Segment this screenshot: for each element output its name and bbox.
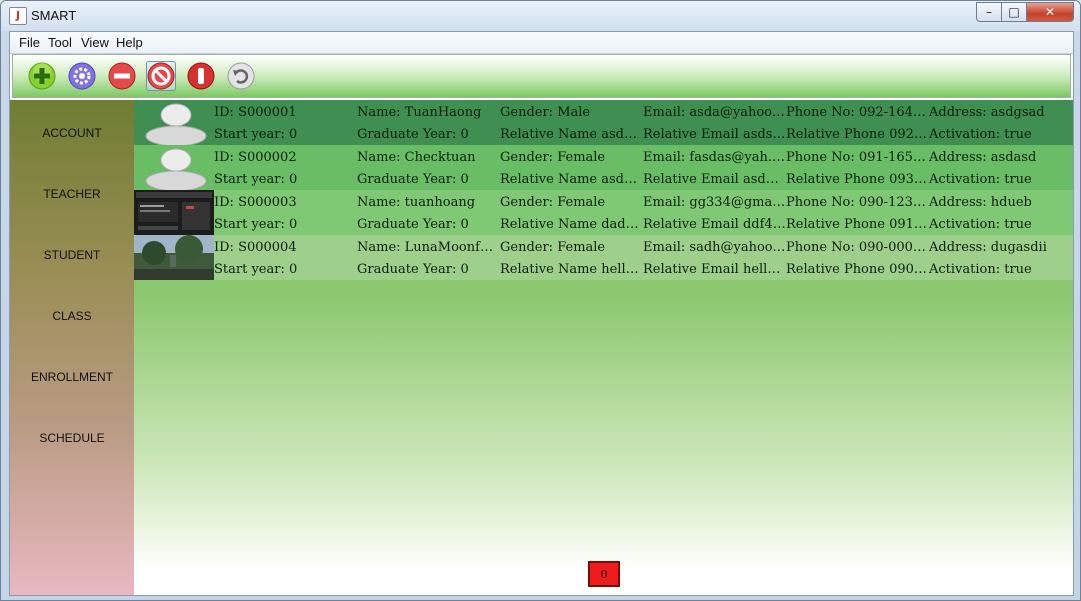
toolbar (12, 54, 1071, 98)
remove-button[interactable] (107, 61, 137, 91)
student-id: ID: S000002 (214, 150, 297, 165)
undo-icon (227, 62, 255, 90)
minus-icon (108, 62, 136, 90)
student-phone: Phone No: 091-165-46... (786, 150, 929, 165)
student-gender: Gender: Male (500, 105, 591, 120)
student-name: Name: tuanhoang (357, 195, 476, 210)
student-grad-year: Graduate Year: 0 (357, 262, 469, 277)
app-window: J SMART – □ ✕ File Tool View Help ACCOUN… (0, 0, 1081, 601)
student-gender: Gender: Female (500, 150, 606, 165)
exclamation-icon (187, 62, 215, 90)
student-list: ID: S000001 Name: TuanHaong Gender: Male… (134, 100, 1073, 595)
student-phone: Phone No: 090-123-12... (786, 195, 929, 210)
student-start-year: Start year: 0 (214, 262, 298, 277)
student-name: Name: TuanHaong (357, 105, 482, 120)
student-id: ID: S000003 (214, 195, 297, 210)
student-relative-email: Relative Email hello@... (643, 262, 786, 277)
list-item[interactable]: ID: S000002 Name: Checktuan Gender: Fema… (134, 145, 1073, 190)
student-name: Name: Checktuan (357, 150, 476, 165)
sidebar-item-enrollment[interactable]: ENROLLMENT (10, 370, 134, 384)
student-activation: Activation: true (929, 262, 1032, 277)
close-icon: ✕ (1044, 5, 1056, 19)
student-email: Email: gg334@gmail.... (643, 195, 786, 210)
student-relative-email: Relative Email asdsa... (643, 127, 786, 142)
list-item-selected[interactable]: ID: S000001 Name: TuanHaong Gender: Male… (134, 100, 1073, 145)
student-relative-email: Relative Email asdas... (643, 172, 786, 187)
student-activation: Activation: true (929, 217, 1032, 232)
sidebar-item-teacher[interactable]: TEACHER (10, 187, 134, 201)
page-button[interactable]: 0 (588, 561, 620, 587)
student-relative-name: Relative Name daddy (500, 217, 640, 232)
minimize-icon: – (986, 5, 992, 19)
student-phone: Phone No: 090-000-00... (786, 240, 929, 255)
maximize-icon: □ (1008, 5, 1020, 19)
student-relative-name: Relative Name asdsad (500, 127, 640, 142)
maximize-button[interactable]: □ (1002, 2, 1027, 22)
student-relative-email: Relative Email ddf43... (643, 217, 786, 232)
student-gender: Gender: Female (500, 240, 606, 255)
undo-button[interactable] (226, 61, 256, 91)
student-relative-name: Relative Name asdda... (500, 172, 640, 187)
sidebar: ACCOUNT TEACHER STUDENT CLASS ENROLLMENT… (10, 100, 134, 595)
student-activation: Activation: true (929, 172, 1032, 187)
sidebar-item-account[interactable]: ACCOUNT (10, 126, 134, 140)
student-name: Name: LunaMoonfang (357, 240, 497, 255)
student-relative-phone: Relative Phone 092-5... (786, 127, 929, 142)
default-avatar (145, 148, 207, 190)
student-start-year: Start year: 0 (214, 217, 298, 232)
window-title: SMART (31, 8, 77, 23)
prohibited-icon (147, 62, 175, 90)
gear-icon (68, 62, 96, 90)
stop-button[interactable] (186, 61, 216, 91)
student-email: Email: fasdas@yah.com (643, 150, 786, 165)
title-bar[interactable]: J SMART – □ ✕ (1, 1, 1080, 31)
student-grad-year: Graduate Year: 0 (357, 127, 469, 142)
menu-tool[interactable]: Tool (48, 35, 72, 50)
student-gender: Gender: Female (500, 195, 606, 210)
student-phone: Phone No: 092-164-19... (786, 105, 929, 120)
student-email: Email: sadh@yahoo.c... (643, 240, 786, 255)
menu-help[interactable]: Help (116, 35, 143, 50)
landscape-photo (134, 235, 214, 280)
student-address: Address: hdueb (929, 195, 1032, 210)
add-icon (28, 62, 56, 90)
student-start-year: Start year: 0 (214, 172, 298, 187)
java-app-icon: J (9, 7, 27, 25)
student-relative-name: Relative Name hello... (500, 262, 640, 277)
sidebar-item-class[interactable]: CLASS (10, 309, 134, 323)
student-start-year: Start year: 0 (214, 127, 298, 142)
student-grad-year: Graduate Year: 0 (357, 217, 469, 232)
close-button[interactable]: ✕ (1027, 2, 1074, 22)
student-address: Address: dugasdii (929, 240, 1047, 255)
menu-view[interactable]: View (81, 35, 109, 50)
list-item[interactable]: ID: S000004 Name: LunaMoonfang Gender: F… (134, 235, 1073, 280)
sidebar-item-schedule[interactable]: SCHEDULE (10, 431, 134, 445)
client-area: File Tool View Help ACCOUNT TEACHER STUD… (9, 31, 1074, 596)
block-button[interactable] (146, 61, 176, 91)
student-relative-phone: Relative Phone 093-4... (786, 172, 929, 187)
student-relative-phone: Relative Phone 091-1... (786, 217, 929, 232)
menu-bar: File Tool View Help (10, 32, 1073, 54)
sidebar-item-student[interactable]: STUDENT (10, 248, 134, 262)
student-address: Address: asdasd (929, 150, 1037, 165)
student-email: Email: asda@yahoo.com (643, 105, 786, 120)
menu-file[interactable]: File (19, 35, 40, 50)
default-avatar (145, 103, 207, 145)
student-id: ID: S000001 (214, 105, 297, 120)
student-grad-year: Graduate Year: 0 (357, 172, 469, 187)
student-address: Address: asdgsad (929, 105, 1045, 120)
minimize-button[interactable]: – (976, 2, 1002, 22)
student-relative-phone: Relative Phone 090-4... (786, 262, 929, 277)
student-activation: Activation: true (929, 127, 1032, 142)
list-item[interactable]: ID: S000003 Name: tuanhoang Gender: Fema… (134, 190, 1073, 235)
screenshot-photo (134, 190, 214, 235)
student-id: ID: S000004 (214, 240, 297, 255)
settings-button[interactable] (67, 61, 97, 91)
add-button[interactable] (27, 61, 57, 91)
